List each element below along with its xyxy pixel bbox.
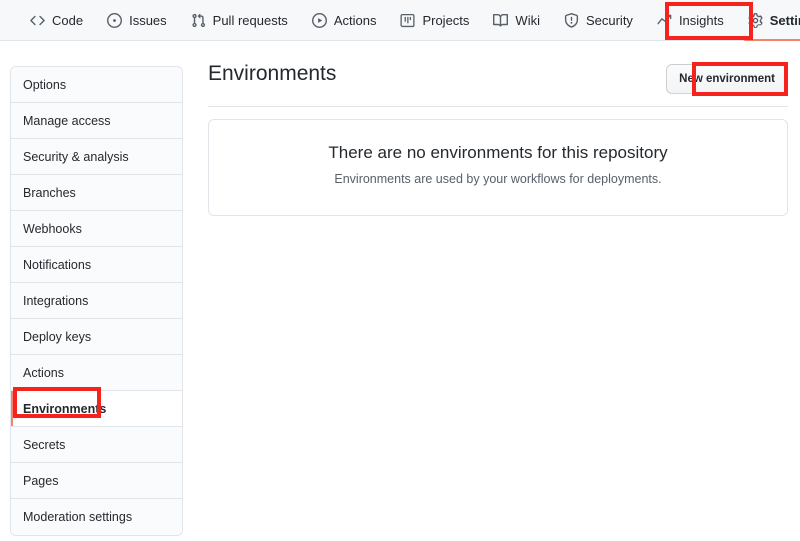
nav-tab-label: Wiki <box>515 12 540 28</box>
nav-tab-label: Insights <box>678 12 724 28</box>
sidebar-item-label: Actions <box>23 365 64 380</box>
nav-tab-label: Issues <box>129 12 167 28</box>
gear-icon <box>748 12 763 28</box>
project-icon <box>400 13 415 28</box>
sidebar-item-moderation-settings[interactable]: Moderation settings <box>11 499 182 535</box>
sidebar-item-webhooks[interactable]: Webhooks <box>11 211 182 247</box>
nav-tab-insights[interactable]: Insights <box>645 0 736 41</box>
shield-icon <box>564 12 579 28</box>
nav-tab-pull-requests[interactable]: Pull requests <box>179 0 300 41</box>
environments-empty-state: There are no environments for this repos… <box>208 119 788 216</box>
sidebar-item-label: Webhooks <box>23 221 82 236</box>
issue-opened-icon <box>107 12 123 28</box>
nav-tab-label: Security <box>585 12 633 28</box>
empty-state-subtitle: Environments are used by your workflows … <box>334 172 662 186</box>
sidebar-item-label: Options <box>23 77 67 92</box>
sidebar-item-label: Environments <box>23 401 107 416</box>
nav-tab-issues[interactable]: Issues <box>95 0 179 41</box>
git-pull-request-icon <box>191 13 206 28</box>
book-icon <box>493 13 509 28</box>
nav-tab-actions[interactable]: Actions <box>300 0 389 41</box>
nav-tab-settings[interactable]: Settings <box>736 0 800 41</box>
main-content: Environments New environment There are n… <box>208 60 788 216</box>
code-icon <box>30 13 45 28</box>
sidebar-item-label: Moderation settings <box>23 510 133 524</box>
nav-tab-code[interactable]: Code <box>18 0 95 41</box>
sidebar-item-actions[interactable]: Actions <box>11 355 182 391</box>
sidebar-item-label: Branches <box>23 185 76 200</box>
settings-sidebar: Options Manage access Security & analysi… <box>10 66 183 536</box>
sidebar-item-label: Pages <box>23 473 59 488</box>
sidebar-item-environments[interactable]: Environments <box>11 391 182 427</box>
sidebar-item-branches[interactable]: Branches <box>11 175 182 211</box>
github-settings-page: Code Issues Pull requests Actions Projec <box>0 0 800 541</box>
nav-tab-security[interactable]: Security <box>552 0 645 41</box>
play-icon <box>311 12 327 28</box>
page-header: Environments New environment <box>208 60 788 107</box>
sidebar-item-notifications[interactable]: Notifications <box>11 247 182 283</box>
empty-state-title: There are no environments for this repos… <box>328 143 668 162</box>
sidebar-item-deploy-keys[interactable]: Deploy keys <box>11 319 182 355</box>
graph-icon <box>657 13 672 28</box>
nav-tab-label: Pull requests <box>212 12 288 28</box>
sidebar-item-integrations[interactable]: Integrations <box>11 283 182 319</box>
new-environment-button[interactable]: New environment <box>666 64 788 94</box>
sidebar-item-secrets[interactable]: Secrets <box>11 427 182 463</box>
sidebar-item-label: Secrets <box>23 437 66 452</box>
repository-nav: Code Issues Pull requests Actions Projec <box>0 0 800 41</box>
page-title: Environments <box>208 62 337 85</box>
sidebar-item-security-and-analysis[interactable]: Security & analysis <box>11 139 182 175</box>
nav-tab-label: Actions <box>333 12 377 28</box>
nav-tab-label: Code <box>52 12 84 28</box>
sidebar-item-label: Manage access <box>23 113 111 128</box>
sidebar-item-label: Security & analysis <box>23 149 129 164</box>
sidebar-item-label: Notifications <box>23 257 92 272</box>
nav-tab-wiki[interactable]: Wiki <box>481 0 552 41</box>
sidebar-item-label: Integrations <box>23 293 89 308</box>
nav-tab-label: Projects <box>422 12 470 28</box>
nav-tab-label: Settings <box>769 12 800 28</box>
nav-tab-projects[interactable]: Projects <box>388 0 481 41</box>
sidebar-item-pages[interactable]: Pages <box>11 463 182 499</box>
sidebar-item-label: Deploy keys <box>23 329 92 344</box>
sidebar-item-options[interactable]: Options <box>11 67 182 103</box>
sidebar-item-manage-access[interactable]: Manage access <box>11 103 182 139</box>
